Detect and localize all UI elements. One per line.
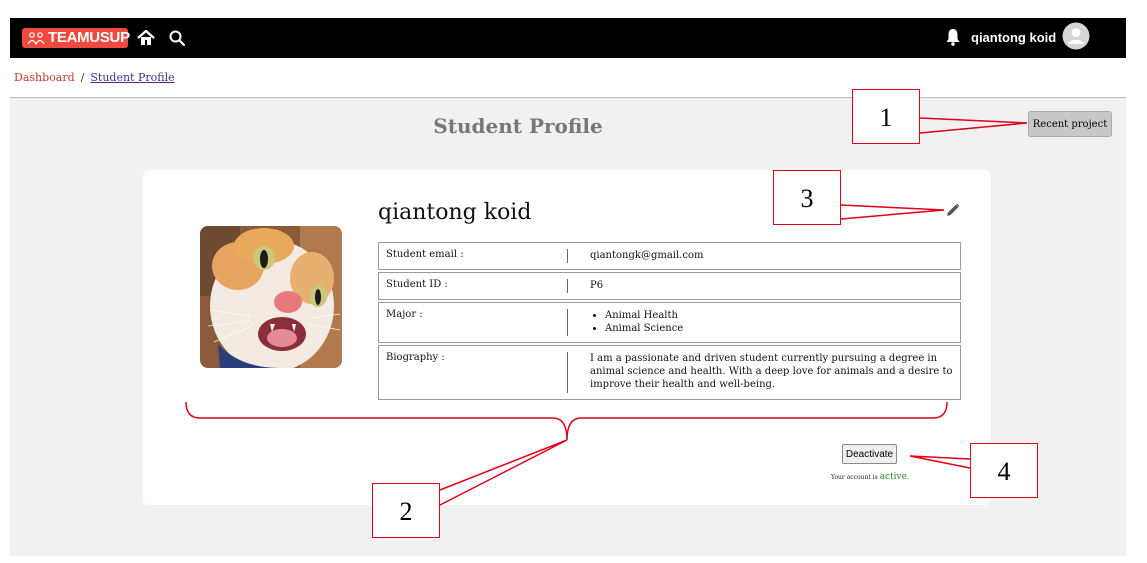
row-divider [567,279,568,293]
recent-project-button[interactable]: Recent project [1028,111,1112,137]
info-row-student-id: Student ID : P6 [378,272,961,300]
bell-icon[interactable] [945,27,961,47]
navbar: TEAMUSUP qiantong koid [10,18,1126,58]
student-id-label: Student ID : [386,279,448,290]
callout-3: 3 [773,170,841,225]
breadcrumb: Dashboard / Student Profile [10,58,1126,98]
row-divider [567,249,568,263]
info-row-biography: Biography : I am a passionate and driven… [378,345,961,400]
status-prefix: Your account is [831,474,878,481]
profile-info-table: Student email : qiantongk@gmail.com Stud… [378,242,961,402]
biography-value: I am a passionate and driven student cur… [590,353,953,390]
major-list: Animal Health Animal Science [590,309,954,335]
student-name: qiantong koid [378,200,532,225]
email-label: Student email : [386,249,464,260]
callout-1: 1 [852,89,920,144]
info-row-major: Major : Animal Health Animal Science [378,302,961,343]
row-divider [567,309,568,336]
callout-2: 2 [372,483,440,538]
home-icon[interactable] [136,28,156,48]
major-item: Animal Science [605,322,954,335]
nav-username[interactable]: qiantong koid [971,28,1056,48]
student-id-value: P6 [590,280,604,291]
email-value: qiantongk@gmail.com [590,250,704,261]
major-label: Major : [386,309,423,320]
profile-card: qiantong koid Student email : qiantongk@… [143,170,991,505]
search-icon[interactable] [168,29,186,47]
team-logo-icon [27,32,45,45]
status-suffix: . [906,474,909,481]
breadcrumb-dashboard-link[interactable]: Dashboard [14,71,75,84]
info-row-email: Student email : qiantongk@gmail.com [378,242,961,270]
app-frame: TEAMUSUP qiantong koid Dashboard / Student… [10,18,1126,556]
major-value: Animal Health Animal Science [590,303,960,341]
callout-4: 4 [970,443,1038,498]
user-avatar-icon[interactable] [1062,22,1090,50]
major-item: Animal Health [605,309,954,322]
cat-photo-icon [200,226,342,368]
brand-logo[interactable]: TEAMUSUP [22,28,130,48]
row-divider [567,352,568,393]
status-value: active [879,472,907,482]
account-status: Your account is active. [831,472,909,482]
deactivate-button[interactable]: Deactivate [842,444,897,464]
brand-name: TEAMUSUP [48,29,130,46]
profile-photo [200,226,342,368]
breadcrumb-separator: / [80,71,85,84]
biography-label: Biography : [386,352,445,363]
breadcrumb-student-profile-link[interactable]: Student Profile [90,71,174,84]
pencil-edit-icon[interactable] [945,202,961,218]
